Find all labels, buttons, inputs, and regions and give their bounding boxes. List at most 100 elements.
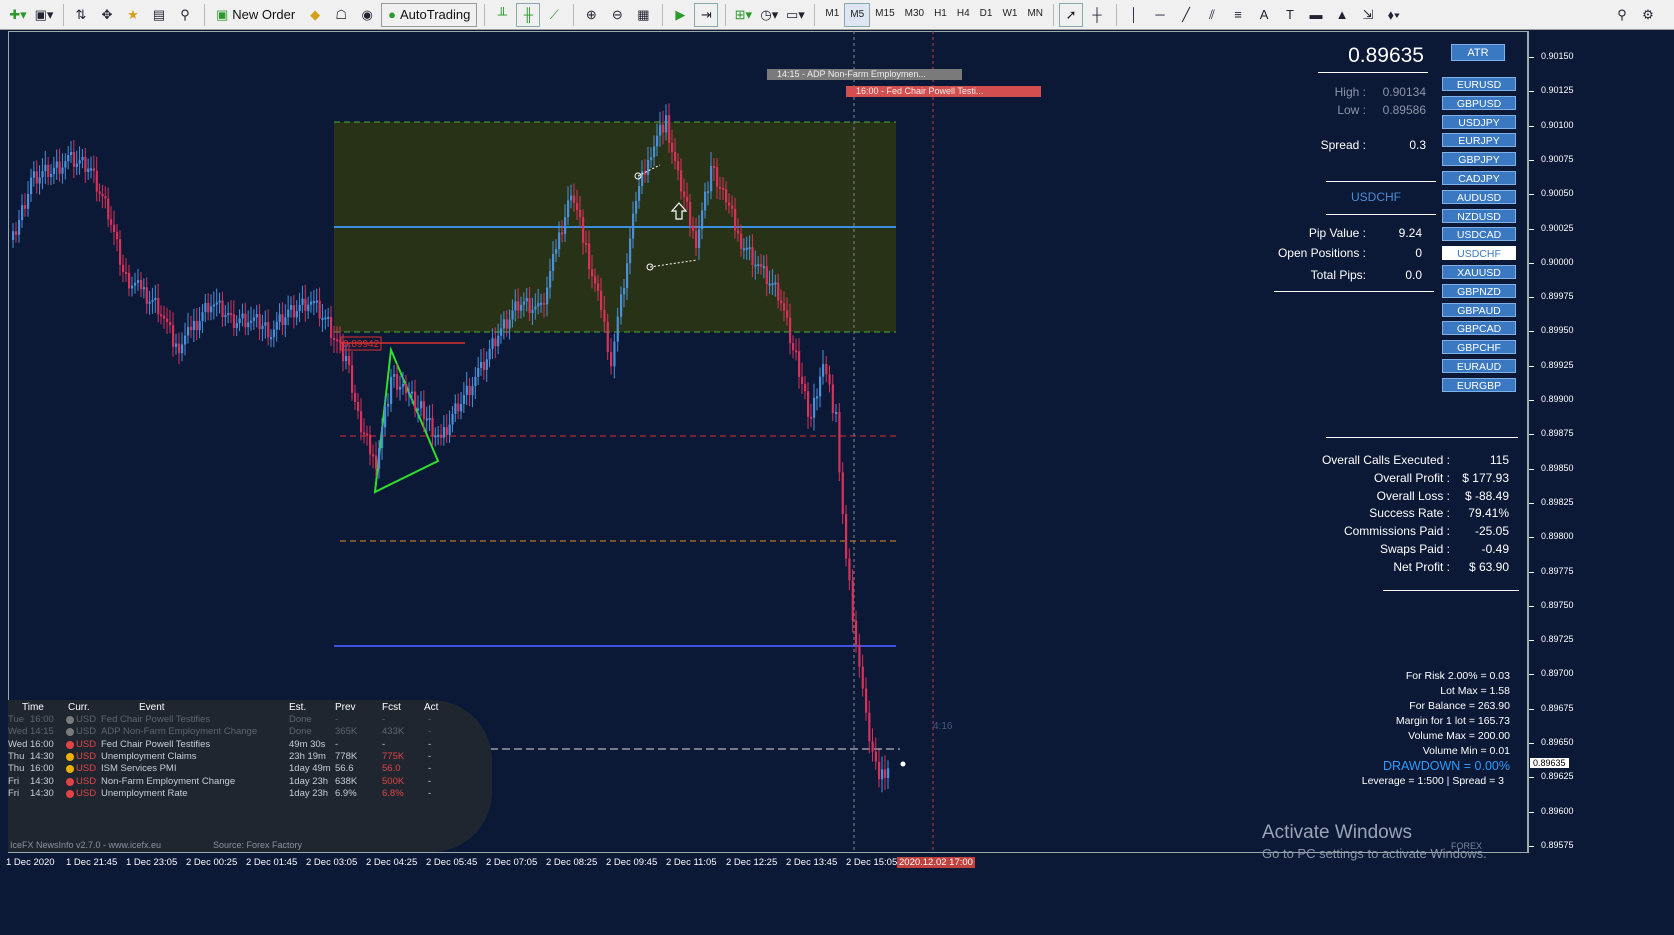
templates-icon[interactable]: ▭▾	[783, 3, 807, 27]
news-marker-adp[interactable]: 14:15 - ADP Non-Farm Employmen...	[767, 69, 962, 80]
text-label-icon[interactable]: T	[1278, 3, 1302, 27]
text-icon[interactable]: A	[1252, 3, 1276, 27]
price-axis-label: 0.89625	[1529, 771, 1574, 782]
divider	[1274, 291, 1434, 292]
toolbar-separator	[1053, 3, 1055, 26]
news-cell-est: 1day 23h	[289, 787, 329, 799]
timeframe-m5[interactable]: M5	[844, 2, 871, 27]
data-window-icon[interactable]: ✥	[95, 3, 119, 27]
horizontal-line-icon[interactable]: ─	[1148, 3, 1172, 27]
symbol-button-eurusd[interactable]: EURUSD	[1442, 77, 1516, 91]
search-icon[interactable]: ⚲	[1610, 3, 1634, 27]
current-price-tag: 0.89635	[1530, 758, 1569, 768]
timeframe-m1[interactable]: M1	[820, 3, 844, 25]
triangle-icon[interactable]: ▲	[1330, 3, 1354, 27]
indicators-icon[interactable]: ⊞▾	[731, 3, 755, 27]
market-watch-icon[interactable]: ⇅	[69, 3, 93, 27]
news-header-actual: Act	[424, 702, 439, 713]
news-header-previous: Prev	[335, 702, 356, 713]
zoom-out-icon[interactable]: ⊖	[605, 3, 629, 27]
symbol-button-audusd[interactable]: AUDUSD	[1442, 189, 1516, 204]
price-axis-label: 0.90150	[1529, 51, 1574, 61]
symbol-button-eurgbp[interactable]: EURGBP	[1442, 377, 1516, 392]
profiles-icon[interactable]: ▣▾	[32, 3, 56, 27]
symbol-button-gbpcad[interactable]: GBPCAD	[1442, 321, 1516, 336]
symbol-button-xauusd[interactable]: XAUUSD	[1442, 265, 1516, 279]
news-cell-est: 23h 19m	[289, 750, 326, 762]
terminal-icon[interactable]: ▤	[147, 3, 171, 27]
news-cell-curr: USD	[76, 714, 97, 725]
timeframe-w1[interactable]: W1	[997, 3, 1022, 25]
timeframe-h4[interactable]: H4	[952, 3, 975, 25]
spread-label: Spread :	[1320, 138, 1366, 152]
symbol-button-gbpjpy[interactable]: GBPJPY	[1442, 152, 1516, 167]
auto-scroll-icon[interactable]: ▶	[668, 3, 692, 27]
timeframe-h1[interactable]: H1	[929, 3, 952, 25]
symbol-button-eurjpy[interactable]: EURJPY	[1442, 133, 1516, 148]
tile-windows-icon[interactable]: ▦	[631, 3, 655, 27]
new-chart-icon[interactable]: ✚▾	[6, 3, 30, 27]
bid-underline	[1318, 72, 1428, 73]
timeframe-m30[interactable]: M30	[900, 3, 929, 25]
trendline-icon[interactable]: ╱	[1174, 3, 1198, 27]
symbol-button-gbpchf[interactable]: GBPCHF	[1442, 340, 1516, 355]
news-cell-act: -	[428, 763, 432, 775]
more-tools-icon[interactable]: ⬧▾	[1382, 3, 1406, 27]
news-cell-event: Fed Chair Powell Testifies	[101, 714, 211, 725]
strategy-tester-icon[interactable]: ⚲	[173, 3, 197, 27]
settings-icon[interactable]: ⚙	[1636, 3, 1660, 27]
candlestick-icon[interactable]: ╫	[516, 2, 541, 27]
timeframe-mn[interactable]: MN	[1022, 3, 1048, 25]
symbol-button-gbpaud[interactable]: GBPAUD	[1442, 302, 1516, 317]
line-chart-icon[interactable]: ⟋	[542, 3, 566, 27]
time-axis-label: 2 Dec 09:45	[606, 857, 658, 868]
symbol-button-usdjpy[interactable]: USDJPY	[1442, 114, 1516, 129]
price-axis-label: 0.89850	[1529, 462, 1574, 473]
broker-watermark: FOREX	[1451, 841, 1483, 851]
new-order-button[interactable]: ▣ New Order	[210, 3, 301, 27]
time-axis-label: 1 Dec 2020	[6, 857, 55, 868]
news-marker-powell[interactable]: 16:00 - Fed Chair Powell Testi...	[846, 86, 1041, 97]
autotrading-button[interactable]: ● AutoTrading	[381, 2, 478, 27]
symbol-button-usdcad[interactable]: USDCAD	[1442, 227, 1516, 242]
toolbar-separator	[662, 3, 664, 26]
symbol-button-gbpusd[interactable]: GBPUSD	[1442, 95, 1516, 110]
stat-value: $ 63.90	[1468, 559, 1509, 574]
bar-chart-icon[interactable]: ╨	[490, 3, 514, 27]
metaeditor-icon[interactable]: ◆	[303, 3, 327, 27]
fibonacci-icon[interactable]: ≡	[1226, 3, 1250, 27]
time-axis-label: 2 Dec 00:25	[186, 857, 238, 868]
news-header-forecast: Fcst	[382, 702, 401, 713]
channel-icon[interactable]: ⫽	[1200, 3, 1224, 27]
time-axis-label: 1 Dec 23:05	[126, 857, 178, 868]
symbol-button-usdchf[interactable]: USDCHF	[1442, 246, 1516, 261]
navigator-icon[interactable]: ★	[121, 3, 145, 27]
autotrading-label: AutoTrading	[400, 7, 471, 22]
toolbar-separator	[725, 3, 727, 26]
rectangle-icon[interactable]: ▬	[1304, 3, 1328, 27]
price-axis-label: 0.89900	[1529, 394, 1574, 404]
arrows-icon[interactable]: ⇲	[1356, 3, 1380, 27]
chart-shift-icon[interactable]: ⇥	[694, 2, 719, 27]
symbol-button-cadjpy[interactable]: CADJPY	[1442, 171, 1516, 185]
news-cell-act: -	[428, 750, 432, 762]
zoom-in-icon[interactable]: ⊕	[579, 3, 603, 27]
symbol-button-euraud[interactable]: EURAUD	[1442, 359, 1516, 373]
symbol-button-nzdusd[interactable]: NZDUSD	[1442, 208, 1516, 223]
cursor-icon[interactable]: ➚	[1059, 2, 1084, 27]
stat-value: 115	[1489, 453, 1509, 467]
news-cell-fcst: 500K	[382, 775, 405, 787]
atr-button[interactable]: ATR	[1451, 44, 1505, 61]
periods-icon[interactable]: ◷▾	[757, 3, 781, 27]
vertical-line-icon[interactable]: │	[1122, 3, 1146, 27]
news-cell-est: Done	[289, 726, 312, 738]
timeframe-m15[interactable]: M15	[870, 3, 899, 25]
timeframe-d1[interactable]: D1	[975, 3, 998, 25]
market-icon[interactable]: ◉	[355, 3, 379, 27]
price-axis-label: 0.89950	[1529, 325, 1574, 336]
risk-line: For Risk 2.00% = 0.03	[1405, 670, 1510, 682]
symbol-button-gbpnzd[interactable]: GBPNZD	[1442, 283, 1516, 298]
signals-icon[interactable]: ☖	[329, 3, 353, 27]
new-order-label: New Order	[232, 7, 296, 22]
crosshair-icon[interactable]: ┼	[1085, 3, 1109, 27]
